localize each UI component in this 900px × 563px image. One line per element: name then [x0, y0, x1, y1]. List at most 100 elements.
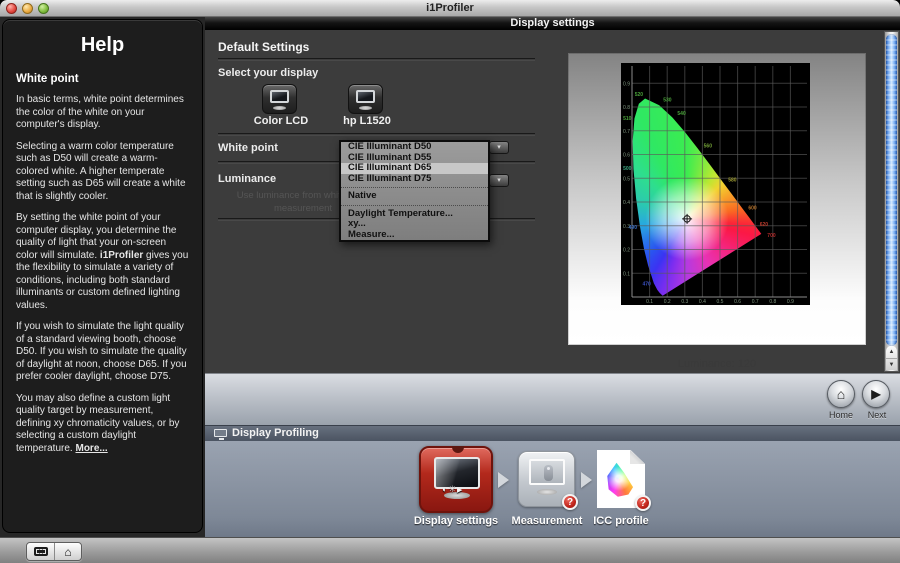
svg-text:0.1: 0.1 [623, 271, 630, 277]
svg-text:0.6: 0.6 [734, 299, 741, 305]
menu-item-xy[interactable]: xy... [341, 219, 488, 230]
menu-item-native[interactable]: Native [341, 191, 488, 202]
svg-text:0.2: 0.2 [623, 248, 630, 254]
monitor-stand [273, 106, 286, 110]
help-panel: Help White point In basic terms, white p… [2, 19, 203, 533]
monitor-stand [537, 489, 557, 495]
home-icon: ⌂ [837, 386, 845, 402]
svg-text:500: 500 [623, 166, 632, 172]
chevron-down-icon: ▾ [497, 144, 501, 151]
home-button[interactable]: ⌂ [827, 380, 855, 408]
svg-text:0.8: 0.8 [769, 299, 776, 305]
divider [218, 58, 535, 60]
help-paragraph: Selecting a warm color temperature such … [16, 141, 189, 204]
svg-text:0.7: 0.7 [752, 299, 759, 305]
menu-item-cie-illuminant-d75[interactable]: CIE Illuminant D75 [341, 174, 488, 185]
svg-text:0.6: 0.6 [623, 153, 630, 159]
display-option-color-lcd[interactable] [262, 84, 297, 114]
monitor-stand [359, 106, 372, 110]
help-section-heading: White point [16, 73, 189, 85]
svg-text:600: 600 [748, 206, 757, 212]
scroll-up-icon[interactable]: ▲ [886, 346, 897, 358]
help-title: Help [3, 34, 202, 57]
tile-notch [452, 446, 464, 453]
scroll-down-icon[interactable]: ▼ [886, 358, 897, 370]
svg-text:540: 540 [677, 111, 686, 117]
help-paragraph: By setting the white point of your compu… [16, 212, 189, 312]
status-bar: ⌂ [0, 537, 900, 563]
fit-window-button[interactable] [27, 543, 54, 560]
help-body: In basic terms, white point determines t… [3, 94, 202, 455]
chevron-down-icon: ▾ [497, 177, 501, 184]
measurement-device-icon [544, 465, 553, 481]
help-paragraph: You may also define a custom light quali… [16, 393, 189, 456]
step-label-icc-profile: ICC profile [590, 515, 652, 527]
scrollbar-track[interactable]: ▲ ▼ [884, 31, 899, 372]
menu-item-cie-illuminant-d50[interactable]: CIE Illuminant D50 [341, 142, 488, 153]
workflow-header: Display Profiling [205, 425, 900, 441]
question-badge: ? [562, 494, 578, 510]
svg-text:490: 490 [629, 225, 638, 231]
svg-text:0.4: 0.4 [623, 200, 630, 206]
chromaticity-diagram: 0.10.20.30.40.50.60.70.80.90.10.20.30.40… [621, 63, 810, 305]
next-button[interactable]: ▶ [862, 380, 890, 408]
window-titlebar[interactable]: i1Profiler [0, 0, 900, 17]
question-badge: ? [635, 495, 651, 511]
svg-text:0.2: 0.2 [664, 299, 671, 305]
chevron-right-icon [498, 472, 509, 488]
svg-text:0.9: 0.9 [623, 81, 630, 87]
svg-text:0.5: 0.5 [717, 299, 724, 305]
chromaticity-panel: 0.10.20.30.40.50.60.70.80.90.10.20.30.40… [568, 53, 866, 345]
luminance-readout: Luminance: 120 [568, 358, 866, 370]
svg-text:560: 560 [704, 144, 713, 150]
white-point-combo-button[interactable]: ▾ [489, 141, 509, 154]
scrollbar-thumb[interactable] [886, 34, 897, 346]
step-icc-profile[interactable]: ? [597, 450, 645, 508]
display-option-label: Color LCD [241, 115, 321, 127]
app-window: i1Profiler Display settings Help White p… [0, 0, 900, 563]
monitor-icon [529, 459, 565, 485]
display-option-label: hp L1520 [327, 115, 407, 127]
scrollbar-arrows[interactable]: ▲ ▼ [886, 346, 897, 370]
step-label-measurement: Measurement [510, 515, 584, 527]
chevron-right-icon [581, 472, 592, 488]
display-option-hp-l1520[interactable] [348, 84, 383, 114]
next-button-label: Next [847, 410, 900, 420]
svg-text:0.8: 0.8 [623, 105, 630, 111]
view-controls: ⌂ [26, 542, 82, 561]
svg-text:510: 510 [623, 116, 632, 122]
monitor-icon [356, 90, 375, 103]
luminance-combo-button[interactable]: ▾ [489, 174, 509, 187]
white-point-label: White point [218, 142, 278, 154]
section-title: Default Settings [218, 40, 309, 54]
step-label-display-settings: Display settings [413, 515, 499, 527]
svg-text:620: 620 [760, 222, 769, 228]
svg-text:0.4: 0.4 [699, 299, 706, 305]
workflow-title: Display Profiling [232, 427, 319, 439]
menu-item-cie-illuminant-d65[interactable]: CIE Illuminant D65 [341, 163, 488, 174]
step-measurement[interactable]: ? [518, 451, 575, 507]
display-icon [214, 429, 227, 437]
white-point-menu: CIE Illuminant D50CIE Illuminant D55CIE … [339, 140, 490, 242]
svg-text:580: 580 [728, 177, 737, 183]
monitor-icon [270, 90, 289, 103]
more-link[interactable]: More... [75, 443, 107, 454]
svg-text:0.1: 0.1 [646, 299, 653, 305]
workflow-band: ◐✳▶ Display settings ? Measurement ? ICC… [205, 441, 900, 537]
svg-text:470: 470 [642, 281, 651, 287]
svg-text:0.7: 0.7 [623, 129, 630, 135]
home-icon: ⌂ [64, 546, 71, 558]
page-title: Display settings [205, 17, 900, 30]
home-view-button[interactable]: ⌂ [54, 543, 81, 560]
svg-text:0.3: 0.3 [681, 299, 688, 305]
luminance-label: Luminance [218, 173, 276, 185]
step-display-settings[interactable]: ◐✳▶ [419, 446, 493, 513]
svg-text:0.5: 0.5 [623, 176, 630, 182]
menu-item-measure[interactable]: Measure... [341, 230, 488, 241]
divider [218, 133, 535, 135]
svg-text:700: 700 [767, 233, 776, 239]
help-paragraph: If you wish to simulate the light qualit… [16, 321, 189, 384]
svg-text:530: 530 [663, 98, 672, 104]
help-paragraph: In basic terms, white point determines t… [16, 94, 189, 132]
play-icon: ▶ [871, 387, 880, 401]
